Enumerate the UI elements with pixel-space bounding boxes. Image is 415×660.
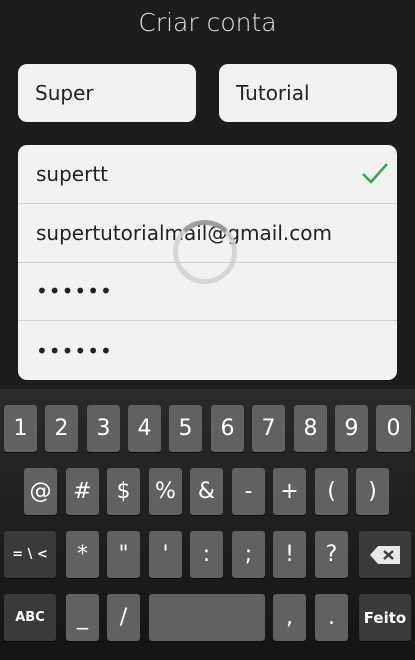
key-period[interactable]: . <box>315 594 348 641</box>
key-alt-symbols[interactable]: = \ < <box>4 531 56 578</box>
delete-key[interactable] <box>359 531 411 578</box>
key-comma[interactable]: , <box>273 594 306 641</box>
key-at[interactable]: @ <box>24 468 57 515</box>
key-3[interactable]: 3 <box>87 405 120 452</box>
key-minus[interactable]: - <box>232 468 265 515</box>
key-ampersand[interactable]: & <box>190 468 223 515</box>
key-7[interactable]: 7 <box>252 405 285 452</box>
key-abc[interactable]: ABC <box>4 594 56 641</box>
key-0[interactable]: 0 <box>376 405 411 452</box>
loading-spinner <box>173 220 237 284</box>
done-key[interactable]: Feito <box>359 594 411 641</box>
password-confirm-value: •••••• <box>36 338 113 363</box>
first-name-field[interactable]: Super <box>18 64 196 122</box>
key-underscore[interactable]: _ <box>66 594 99 641</box>
key-4[interactable]: 4 <box>128 405 161 452</box>
check-icon <box>362 163 388 184</box>
key-5[interactable]: 5 <box>169 405 202 452</box>
key-asterisk[interactable]: * <box>66 531 99 578</box>
key-close-paren[interactable]: ) <box>356 468 389 515</box>
first-name-value: Super <box>35 81 94 105</box>
key-dollar[interactable]: $ <box>107 468 140 515</box>
page-title: Criar conta <box>138 8 277 37</box>
key-2[interactable]: 2 <box>45 405 78 452</box>
key-semicolon[interactable]: ; <box>232 531 265 578</box>
key-percent[interactable]: % <box>149 468 182 515</box>
key-plus[interactable]: + <box>273 468 306 515</box>
password-confirm-field[interactable]: •••••• <box>18 321 397 380</box>
key-open-paren[interactable]: ( <box>315 468 348 515</box>
key-slash[interactable]: / <box>107 594 140 641</box>
key-1[interactable]: 1 <box>4 405 37 452</box>
keyboard: 1 2 3 4 5 6 7 8 9 0 @ # $ % & - + ( ) = … <box>0 389 415 660</box>
key-9[interactable]: 9 <box>335 405 368 452</box>
key-hash[interactable]: # <box>66 468 99 515</box>
space-key[interactable] <box>149 594 265 641</box>
key-8[interactable]: 8 <box>294 405 327 452</box>
key-exclamation[interactable]: ! <box>273 531 306 578</box>
username-value: supertt <box>36 161 109 186</box>
key-colon[interactable]: : <box>190 531 223 578</box>
key-question[interactable]: ? <box>315 531 348 578</box>
username-field[interactable]: supertt <box>18 145 397 204</box>
last-name-field[interactable]: Tutorial <box>219 64 397 122</box>
key-single-quote[interactable]: ' <box>149 531 182 578</box>
last-name-value: Tutorial <box>236 81 310 105</box>
key-6[interactable]: 6 <box>211 405 244 452</box>
key-double-quote[interactable]: " <box>107 531 140 578</box>
password-value: •••••• <box>36 279 113 304</box>
backspace-icon <box>370 545 400 564</box>
